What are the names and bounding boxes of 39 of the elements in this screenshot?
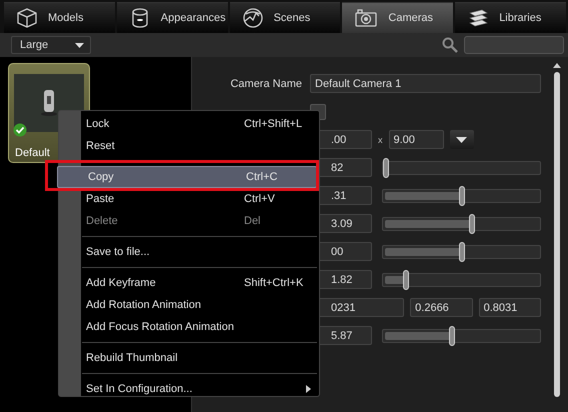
search-field[interactable] bbox=[464, 36, 564, 54]
preset-dropdown-button[interactable] bbox=[450, 130, 474, 149]
value-field[interactable]: 0.8031 bbox=[478, 298, 541, 317]
tab[interactable]: Libraries bbox=[455, 2, 566, 33]
slider[interactable] bbox=[382, 216, 541, 230]
cube-icon bbox=[16, 7, 38, 29]
slider[interactable] bbox=[382, 328, 541, 342]
slider-thumb[interactable] bbox=[458, 242, 464, 262]
caret-icon bbox=[75, 42, 84, 48]
slider-thumb[interactable] bbox=[402, 270, 409, 290]
slider-thumb[interactable] bbox=[383, 158, 389, 178]
search-icon[interactable] bbox=[442, 37, 458, 53]
slider[interactable] bbox=[382, 160, 541, 174]
menu-item[interactable]: Copy Ctrl+C bbox=[57, 166, 317, 188]
height-field[interactable]: 9.00 bbox=[388, 130, 444, 149]
globe-icon bbox=[242, 7, 264, 29]
slider-thumb[interactable] bbox=[469, 214, 476, 234]
name-field[interactable]: Default Camera 1 bbox=[310, 74, 541, 93]
tab[interactable]: Appearances bbox=[116, 2, 228, 33]
thumbnail-caption: Default bbox=[15, 147, 50, 159]
menu-item[interactable]: Set In Configuration... bbox=[81, 378, 317, 400]
tab[interactable]: Cameras bbox=[342, 2, 454, 33]
slider[interactable] bbox=[382, 244, 541, 258]
camera-icon bbox=[354, 8, 378, 28]
slider[interactable] bbox=[382, 188, 541, 202]
tab[interactable]: Models bbox=[4, 2, 115, 33]
scrollbar-thumb[interactable] bbox=[554, 72, 560, 397]
slider-thumb[interactable] bbox=[458, 186, 464, 206]
times-sign: x bbox=[378, 134, 382, 144]
slider-thumb[interactable] bbox=[449, 326, 456, 346]
caret-icon bbox=[456, 136, 467, 142]
tab[interactable]: Scenes bbox=[230, 2, 340, 33]
scroll-up-icon[interactable] bbox=[553, 63, 561, 68]
value-field[interactable]: 0.2666 bbox=[410, 298, 473, 317]
books-icon bbox=[467, 7, 490, 29]
size-dropdown[interactable]: Large bbox=[11, 36, 91, 54]
field-label: Camera Name bbox=[230, 78, 302, 90]
menu-item[interactable]: Rebuild Thumbnail bbox=[81, 347, 317, 369]
slider[interactable] bbox=[382, 272, 541, 286]
